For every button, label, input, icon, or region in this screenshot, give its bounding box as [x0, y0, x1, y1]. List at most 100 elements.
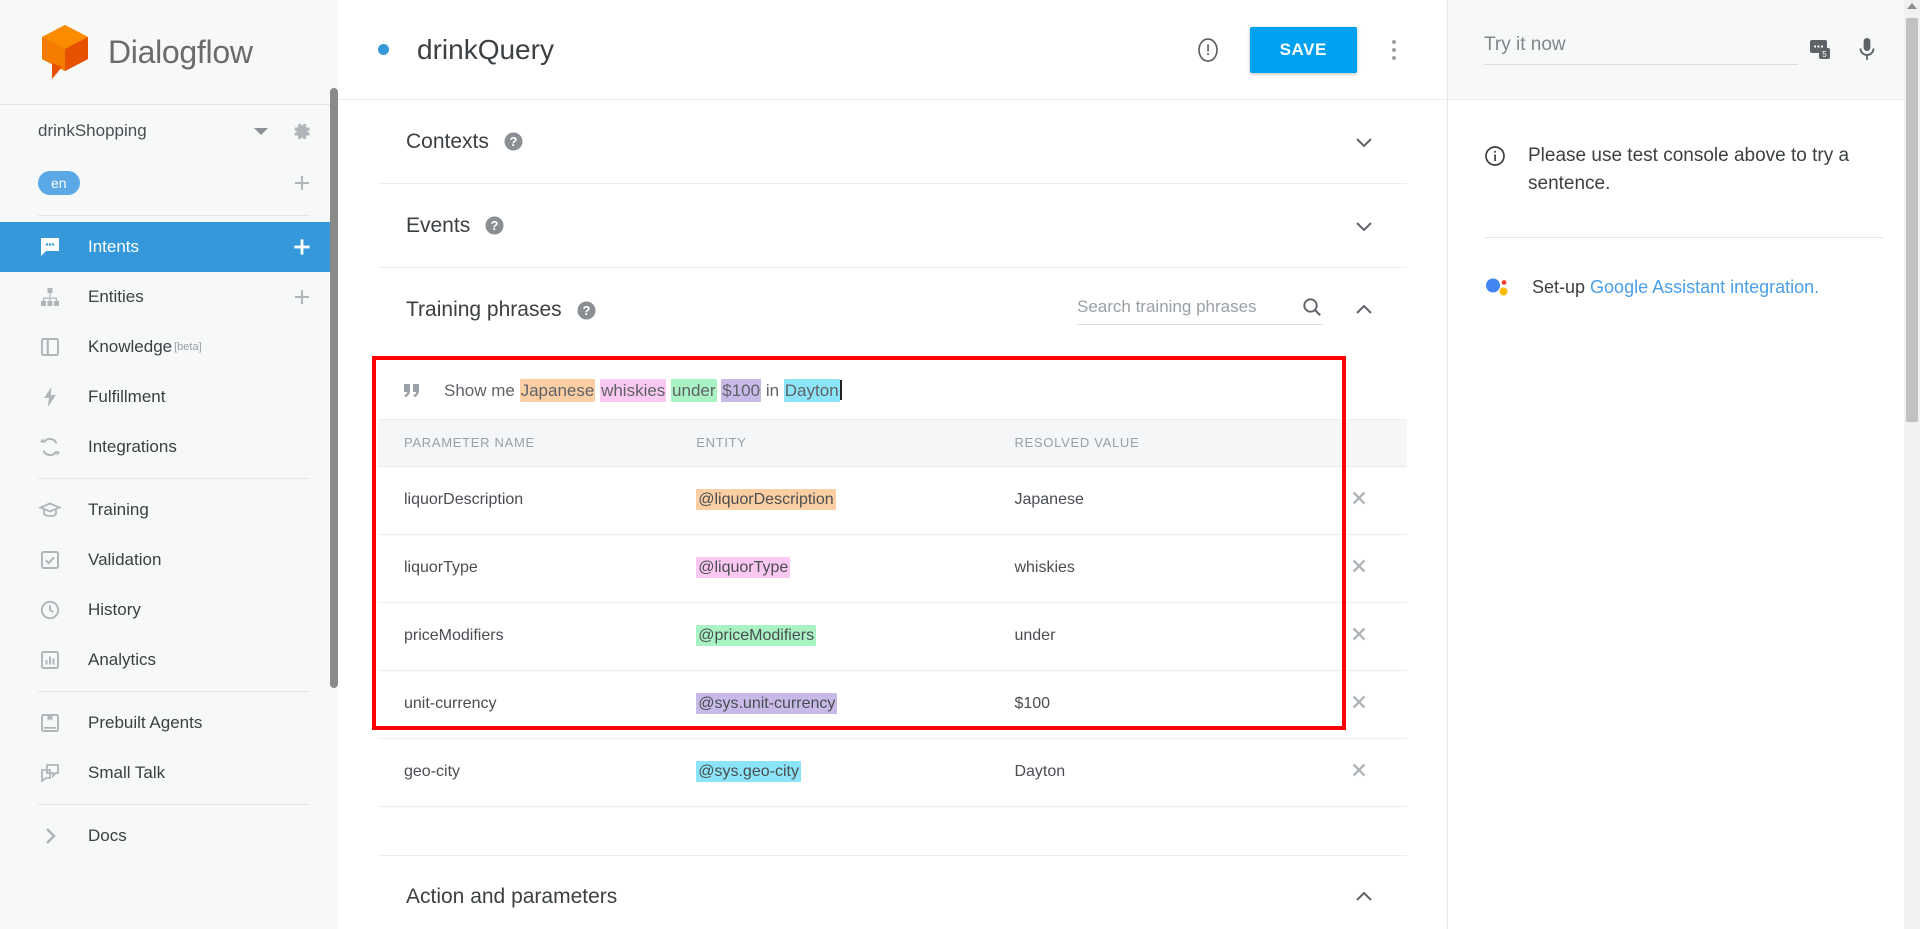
sections-scroll-area[interactable]: Contexts ? Events ? Training phrases ? S…	[338, 100, 1447, 929]
bolt-icon	[38, 385, 62, 409]
sidebar-item-label: Fulfillment	[88, 387, 166, 406]
try-it-now-input[interactable]	[1484, 34, 1798, 56]
search-icon[interactable]	[1301, 296, 1323, 318]
section-title: Training phrases	[406, 298, 562, 321]
assistant-prefix: Set-up	[1532, 276, 1591, 297]
main-content: drinkQuery SAVE Contexts ? Events ? Trai…	[338, 0, 1448, 929]
entity-chip[interactable]: @sys.geo-city	[696, 761, 801, 782]
entity-highlight: Dayton	[783, 379, 840, 402]
sidebar-item-knowledge[interactable]: Knowledge [beta]	[0, 322, 338, 372]
chat-bubble-icon	[38, 235, 62, 259]
column-header-parameter-name: PARAMETER NAME	[378, 420, 697, 467]
cell-entity: @sys.unit-currency	[696, 670, 1015, 739]
cell-parameter-name: priceModifiers	[378, 602, 697, 671]
entity-highlight: Japanese	[519, 379, 596, 402]
close-x-icon[interactable]	[1349, 488, 1369, 508]
sidebar-item-label: Small Talk	[88, 763, 166, 782]
bar-chart-icon	[38, 648, 62, 672]
sidebar-item-prebuilt-agents[interactable]: Prebuilt Agents	[0, 698, 338, 748]
dialogflow-cube-icon	[38, 23, 92, 81]
table-row[interactable]: geo-city @sys.geo-city Dayton	[378, 738, 1407, 807]
brand-logo[interactable]: Dialogflow	[0, 0, 338, 104]
cell-entity: @liquorType	[696, 534, 1015, 603]
cell-parameter-name: geo-city	[378, 738, 697, 807]
chevron-down-icon[interactable]	[1351, 129, 1377, 155]
chevron-down-icon[interactable]	[1351, 213, 1377, 239]
cell-entity: @sys.geo-city	[696, 738, 1015, 807]
table-row[interactable]: unit-currency @sys.unit-currency $100	[378, 670, 1407, 739]
sidebar-item-intents[interactable]: Intents	[0, 222, 338, 272]
table-row[interactable]: liquorDescription @liquorDescription Japan…	[378, 466, 1407, 535]
closed-captions-icon[interactable]: 5	[1808, 38, 1834, 62]
cell-parameter-name: liquorType	[378, 534, 697, 603]
language-chip[interactable]: en	[38, 171, 80, 195]
save-button[interactable]: SAVE	[1249, 26, 1357, 73]
section-events[interactable]: Events ?	[378, 184, 1407, 268]
sidebar-scrollbar[interactable]	[330, 88, 338, 688]
entity-chip[interactable]: @priceModifiers	[696, 625, 817, 646]
sidebar-item-label: Training	[88, 500, 149, 519]
close-x-icon[interactable]	[1349, 624, 1369, 644]
section-training-phrases[interactable]: Training phrases ?	[378, 268, 1407, 352]
table-row[interactable]: priceModifiers @priceModifiers under	[378, 602, 1407, 671]
sidebar-item-validation[interactable]: Validation	[0, 535, 338, 585]
add-intent-button[interactable]	[292, 237, 312, 257]
kebab-menu-icon[interactable]	[1383, 35, 1405, 65]
sidebar-item-training[interactable]: Training	[0, 485, 338, 535]
search-input[interactable]	[1077, 296, 1287, 317]
check-box-icon	[38, 548, 62, 572]
sidebar-item-entities[interactable]: Entities	[0, 272, 338, 322]
info-message: Please use test console above to try a s…	[1484, 100, 1884, 237]
sidebar-item-history[interactable]: History	[0, 585, 338, 635]
table-row[interactable]: liquorType @liquorType whiskies	[378, 534, 1407, 603]
add-entity-button[interactable]	[292, 287, 312, 307]
search-training-phrases[interactable]	[1077, 296, 1323, 325]
info-text: Please use test console above to try a s…	[1528, 145, 1850, 194]
dialogflow-console: Dialogflow drinkShopping en Intents Enti…	[0, 0, 1920, 929]
divider	[38, 478, 310, 479]
training-phrases-block: Show me Japanese whiskies under $100 in …	[372, 352, 1407, 821]
scroll-up-arrow-icon[interactable]	[1907, 3, 1917, 9]
gear-icon[interactable]	[290, 120, 312, 142]
training-phrase-row[interactable]: Show me Japanese whiskies under $100 in …	[378, 362, 1407, 420]
help-circle-icon[interactable]: ?	[503, 131, 524, 152]
cell-resolved-value: Dayton	[1014, 738, 1312, 807]
cell-entity: @priceModifiers	[696, 602, 1015, 671]
close-x-icon[interactable]	[1349, 692, 1369, 712]
sidebar-item-integrations[interactable]: Integrations	[0, 422, 338, 472]
sidebar-item-small-talk[interactable]: Small Talk	[0, 748, 338, 798]
entity-chip[interactable]: @liquorDescription	[696, 489, 836, 510]
sidebar-item-docs[interactable]: Docs	[0, 811, 338, 861]
phrase-text: Show me Japanese whiskies under $100 in …	[444, 379, 842, 402]
page-scrollbar[interactable]	[1904, 0, 1920, 929]
alert-circle-icon[interactable]	[1194, 36, 1222, 64]
try-it-now-bar: 5	[1448, 0, 1920, 100]
chevron-up-icon[interactable]	[1351, 884, 1377, 910]
sidebar-item-label: Prebuilt Agents	[88, 713, 203, 732]
column-header-entity: ENTITY	[696, 420, 1015, 467]
close-x-icon[interactable]	[1349, 760, 1369, 780]
caret-down-icon[interactable]	[254, 127, 268, 135]
microphone-icon[interactable]	[1856, 35, 1878, 65]
svg-text:?: ?	[582, 303, 590, 318]
agent-selector[interactable]: drinkShopping	[0, 105, 338, 157]
status-dot	[378, 44, 389, 55]
section-contexts[interactable]: Contexts ?	[378, 100, 1407, 184]
help-circle-icon[interactable]: ?	[576, 300, 597, 321]
org-chart-icon	[38, 285, 62, 309]
assistant-link[interactable]: Google Assistant integration.	[1590, 277, 1819, 297]
language-row: en	[0, 157, 338, 209]
entity-chip[interactable]: @sys.unit-currency	[696, 693, 838, 714]
svg-text:?: ?	[509, 134, 517, 149]
section-action-and-parameters[interactable]: Action and parameters	[378, 854, 1407, 929]
entity-chip[interactable]: @liquorType	[696, 557, 791, 578]
close-x-icon[interactable]	[1349, 556, 1369, 576]
cell-parameter-name: liquorDescription	[378, 466, 697, 535]
chevron-up-icon[interactable]	[1351, 297, 1377, 323]
sidebar-item-fulfillment[interactable]: Fulfillment	[0, 372, 338, 422]
try-it-now-field[interactable]	[1484, 34, 1798, 65]
sidebar-item-analytics[interactable]: Analytics	[0, 635, 338, 685]
add-language-button[interactable]	[292, 173, 312, 193]
help-circle-icon[interactable]: ?	[484, 215, 505, 236]
scrollbar-thumb[interactable]	[1906, 18, 1918, 422]
